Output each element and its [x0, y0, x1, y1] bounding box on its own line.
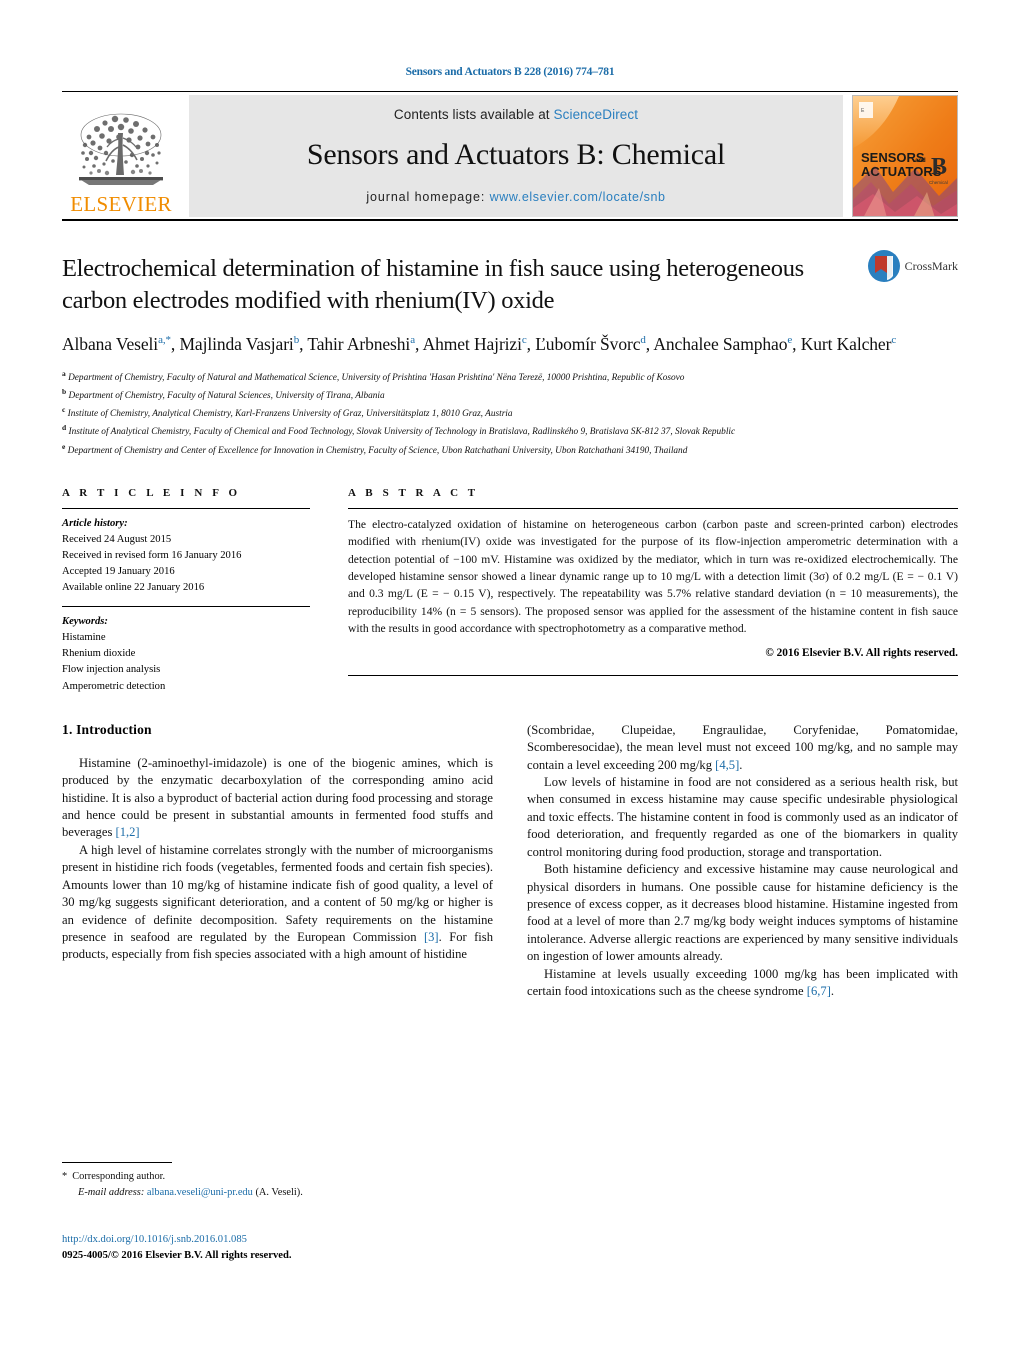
crossmark-icon [867, 250, 900, 282]
citation-ref[interactable]: [6,7] [807, 984, 831, 998]
affiliation-text: Institute of Analytical Chemistry, Facul… [66, 427, 736, 438]
svg-text:ACTUATORS: ACTUATORS [861, 164, 942, 179]
header-rule-top [62, 91, 958, 92]
abstract-rule [348, 507, 958, 509]
article-page: Sensors and Actuators B 228 (2016) 774–7… [0, 0, 1020, 1351]
title-block: Electrochemical determination of histami… [62, 250, 958, 318]
history-item: Available online 22 January 2016 [62, 582, 205, 594]
contents-prefix: Contents lists available at [393, 106, 554, 122]
homepage-prefix: journal homepage: [366, 189, 490, 204]
affiliation-text: Department of Chemistry, Faculty of Natu… [66, 391, 385, 402]
citation-ref[interactable]: [3] [424, 930, 439, 944]
page-title: Electrochemical determination of histami… [62, 255, 804, 315]
abstract-bottom-rule [348, 675, 958, 677]
corresponding-author-text: Corresponding author. [72, 1171, 166, 1182]
keywords-group: Keywords: Histamine Rhenium dioxide Flow… [62, 614, 310, 694]
author-list: Albana Veselia,*, Majlinda Vasjarib, Tah… [62, 333, 897, 354]
history-item: Received 24 August 2015 [62, 533, 172, 545]
history-item: Accepted 19 January 2016 [62, 566, 175, 578]
article-history-label: Article history: [62, 517, 128, 529]
journal-cover-artwork: E SENSORS and ACTUATORS B Chemical [853, 96, 957, 216]
journal-masthead: ELSEVIER Contents lists available at Sci… [62, 95, 958, 217]
keyword-item: Histamine [62, 632, 106, 644]
email-suffix: (A. Veseli). [255, 1187, 303, 1199]
article-history-group: Article history: Received 24 August 2015… [62, 516, 310, 596]
issn-copyright-line: 0925-4005/© 2016 Elsevier B.V. All right… [62, 1249, 292, 1261]
body-column-right: (Scombridae, Clupeidae, Engraulidae, Cor… [527, 722, 958, 1001]
affiliation-text: Institute of Chemistry, Analytical Chemi… [65, 409, 513, 420]
history-item: Received in revised form 16 January 2016 [62, 549, 242, 561]
article-info-column: A R T I C L E I N F O Article history: R… [62, 487, 310, 695]
corresponding-author-marker: * [62, 1171, 68, 1182]
paragraph: Histamine (2-aminoethyl-imidazole) is on… [62, 755, 493, 840]
paragraph: (Scombridae, Clupeidae, Engraulidae, Cor… [527, 722, 958, 772]
affiliation-item: b Department of Chemistry, Faculty of Na… [62, 386, 958, 404]
footnote-block: * Corresponding author. E-mail address: a… [62, 1162, 493, 1201]
body-column-left: 1. Introduction Histamine (2-aminoethyl-… [62, 722, 493, 1001]
doi-link[interactable]: http://dx.doi.org/10.1016/j.snb.2016.01.… [62, 1232, 522, 1248]
email-line: E-mail address: albana.veseli@uni-pr.edu… [62, 1185, 493, 1201]
email-link[interactable]: albana.veseli@uni-pr.edu [147, 1187, 253, 1198]
citation-ref[interactable]: [4,5] [715, 758, 739, 772]
svg-text:B: B [931, 154, 947, 180]
affiliation-item: a Department of Chemistry, Faculty of Na… [62, 368, 958, 386]
body-columns: 1. Introduction Histamine (2-aminoethyl-… [62, 722, 958, 1001]
email-label: E-mail address: [78, 1187, 145, 1199]
affiliation-text: Department of Chemistry, Faculty of Natu… [65, 373, 685, 384]
sciencedirect-link[interactable]: ScienceDirect [554, 107, 639, 122]
journal-band: Contents lists available at ScienceDirec… [189, 95, 843, 217]
section-heading-introduction: 1. Introduction [62, 721, 152, 737]
svg-text:Chemical: Chemical [929, 180, 948, 185]
journal-homepage-line: journal homepage: www.elsevier.com/locat… [366, 190, 665, 204]
affiliation-text: Department of Chemistry and Center of Ex… [65, 445, 688, 456]
keyword-item: Flow injection analysis [62, 664, 161, 676]
homepage-url-link[interactable]: www.elsevier.com/locate/snb [490, 190, 666, 204]
elsevier-tree-icon [79, 113, 163, 185]
paragraph: Both histamine deficiency and excessive … [527, 862, 958, 964]
header-rule-bottom [62, 219, 958, 221]
crossmark-badge[interactable]: CrossMark [867, 249, 958, 283]
abstract-text: The electro-catalyzed oxidation of hista… [348, 517, 958, 636]
affiliation-item: d Institute of Analytical Chemistry, Fac… [62, 422, 958, 440]
affiliation-item: e Department of Chemistry and Center of … [62, 441, 958, 459]
crossmark-label: CrossMark [904, 258, 958, 273]
corresponding-author-line: * Corresponding author. [62, 1169, 493, 1185]
contents-available-line: Contents lists available at ScienceDirec… [394, 107, 638, 122]
paragraph: A high level of histamine correlates str… [62, 842, 493, 962]
running-head: Sensors and Actuators B 228 (2016) 774–7… [405, 66, 615, 78]
keywords-rule [62, 606, 310, 608]
abstract-column: A B S T R A C T The electro-catalyzed ox… [348, 487, 958, 695]
article-info-rule [62, 507, 310, 509]
keyword-item: Amperometric detection [62, 680, 166, 692]
elsevier-wordmark: ELSEVIER [70, 192, 172, 216]
info-abstract-row: A R T I C L E I N F O Article history: R… [62, 487, 958, 695]
journal-title: Sensors and Actuators B: Chemical [306, 137, 726, 171]
keywords-label: Keywords: [62, 616, 108, 628]
paragraph: Low levels of histamine in food are not … [527, 774, 958, 859]
affiliation-item: c Institute of Chemistry, Analytical Che… [62, 404, 958, 422]
abstract-heading: A B S T R A C T [348, 486, 479, 499]
article-info-heading: A R T I C L E I N F O [62, 486, 241, 499]
elsevier-logo: ELSEVIER [62, 95, 180, 217]
journal-cover-thumbnail: E SENSORS and ACTUATORS B Chemical [852, 95, 958, 217]
doi-block: http://dx.doi.org/10.1016/j.snb.2016.01.… [62, 1232, 522, 1264]
abstract-copyright: © 2016 Elsevier B.V. All rights reserved… [765, 647, 958, 660]
footnote-rule [62, 1162, 172, 1163]
affiliation-list: a Department of Chemistry, Faculty of Na… [62, 368, 958, 459]
paragraph: Histamine at levels usually exceeding 10… [527, 966, 958, 999]
citation-ref[interactable]: [1,2] [116, 825, 140, 839]
keyword-item: Rhenium dioxide [62, 648, 136, 660]
